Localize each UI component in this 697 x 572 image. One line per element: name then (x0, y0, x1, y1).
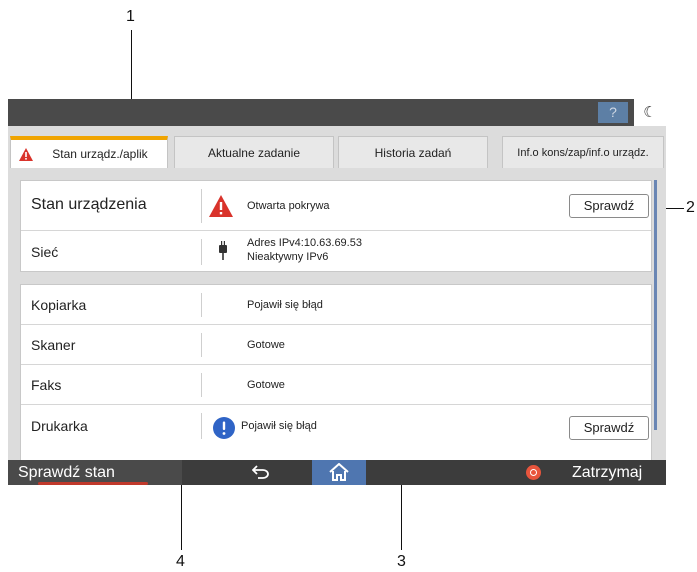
network-plug-icon (219, 241, 227, 260)
moon-icon: ☾ (643, 104, 657, 121)
info-circle-icon (213, 417, 235, 439)
row-divider (201, 239, 202, 265)
network-label: Sieć (31, 244, 59, 260)
energy-saver-button[interactable]: ☾ (634, 99, 666, 126)
function-label: Drukarka (31, 418, 88, 434)
stop-icon (526, 465, 541, 480)
back-button[interactable] (221, 460, 301, 485)
device-status-check-label: Sprawdź (583, 198, 635, 213)
printer-check-label: Sprawdź (583, 420, 635, 435)
check-status-button[interactable]: Sprawdź stan (8, 460, 182, 485)
row-divider (201, 413, 202, 439)
function-row-printer: Drukarka Pojawił się błąd Sprawdź (21, 405, 651, 449)
stop-button[interactable]: Zatrzymaj (518, 460, 666, 485)
tab-current-job[interactable]: Aktualne zadanie (174, 136, 334, 168)
callout-3: 3 (397, 553, 406, 570)
device-status-text: Otwarta pokrywa (247, 200, 330, 212)
tab-device-info[interactable]: Inf.o kons/zap/inf.o urządz. (502, 136, 664, 168)
row-divider (201, 333, 202, 357)
device-panel: Stan urządzenia Otwarta pokrywa Sprawdź … (20, 180, 652, 272)
network-ipv6: Nieaktywny IPv6 (247, 251, 329, 263)
scrollbar[interactable] (654, 180, 657, 430)
function-label: Faks (31, 377, 62, 393)
function-row-fax: Faks Gotowe (21, 365, 651, 405)
row-divider (201, 189, 202, 223)
callout-1: 1 (126, 8, 135, 25)
tab-bar: Stan urządz./aplik Aktualne zadanie Hist… (8, 126, 666, 168)
warning-triangle-icon (19, 148, 33, 161)
help-icon: ? (609, 104, 617, 120)
function-row-scanner: Skaner Gotowe (21, 325, 651, 365)
top-bar: ? ☾ (8, 99, 666, 126)
function-row-copier: Kopiarka Pojawił się błąd (21, 285, 651, 325)
function-status: Pojawił się błąd (241, 420, 317, 432)
functions-panel: Kopiarka Pojawił się błąd Skaner Gotowe … (20, 284, 652, 460)
function-status: Gotowe (247, 339, 285, 351)
callout-2: 2 (686, 199, 695, 216)
home-icon (329, 463, 349, 481)
stop-label: Zatrzymaj (572, 464, 643, 481)
network-ipv4: Adres IPv4:10.63.69.53 (247, 237, 362, 249)
device-status-check-button[interactable]: Sprawdź (569, 194, 649, 218)
status-content: Stan urządzenia Otwarta pokrywa Sprawdź … (8, 168, 666, 460)
row-divider (201, 373, 202, 397)
tab-job-history[interactable]: Historia zadań (338, 136, 488, 168)
home-button[interactable] (312, 460, 366, 485)
printer-check-button[interactable]: Sprawdź (569, 416, 649, 440)
warning-triangle-icon (209, 195, 233, 217)
tab-device-status-label: Stan urządz./aplik (52, 147, 148, 161)
bottom-bar: Sprawdź stan Zatrzymaj (8, 460, 666, 485)
function-label: Kopiarka (31, 297, 87, 313)
network-row: Sieć Adres IPv4:10.63.69.53 Nieaktywny I… (21, 231, 651, 273)
back-arrow-icon (251, 465, 269, 479)
help-button[interactable]: ? (598, 102, 628, 123)
check-status-indicator (38, 482, 148, 485)
function-label: Skaner (31, 337, 76, 353)
function-status: Gotowe (247, 379, 285, 391)
device-status-label: Stan urządzenia (31, 196, 147, 213)
tab-current-job-label: Aktualne zadanie (207, 146, 301, 160)
callout-4: 4 (176, 553, 185, 570)
device-status-row: Stan urządzenia Otwarta pokrywa Sprawdź (21, 181, 651, 231)
tab-device-info-label: Inf.o kons/zap/inf.o urządz. (517, 147, 649, 159)
function-status: Pojawił się błąd (247, 299, 323, 311)
tab-device-status[interactable]: Stan urządz./aplik (10, 136, 168, 168)
tab-job-history-label: Historia zadań (374, 146, 452, 160)
row-divider (201, 293, 202, 317)
check-status-label: Sprawdź stan (18, 464, 115, 481)
